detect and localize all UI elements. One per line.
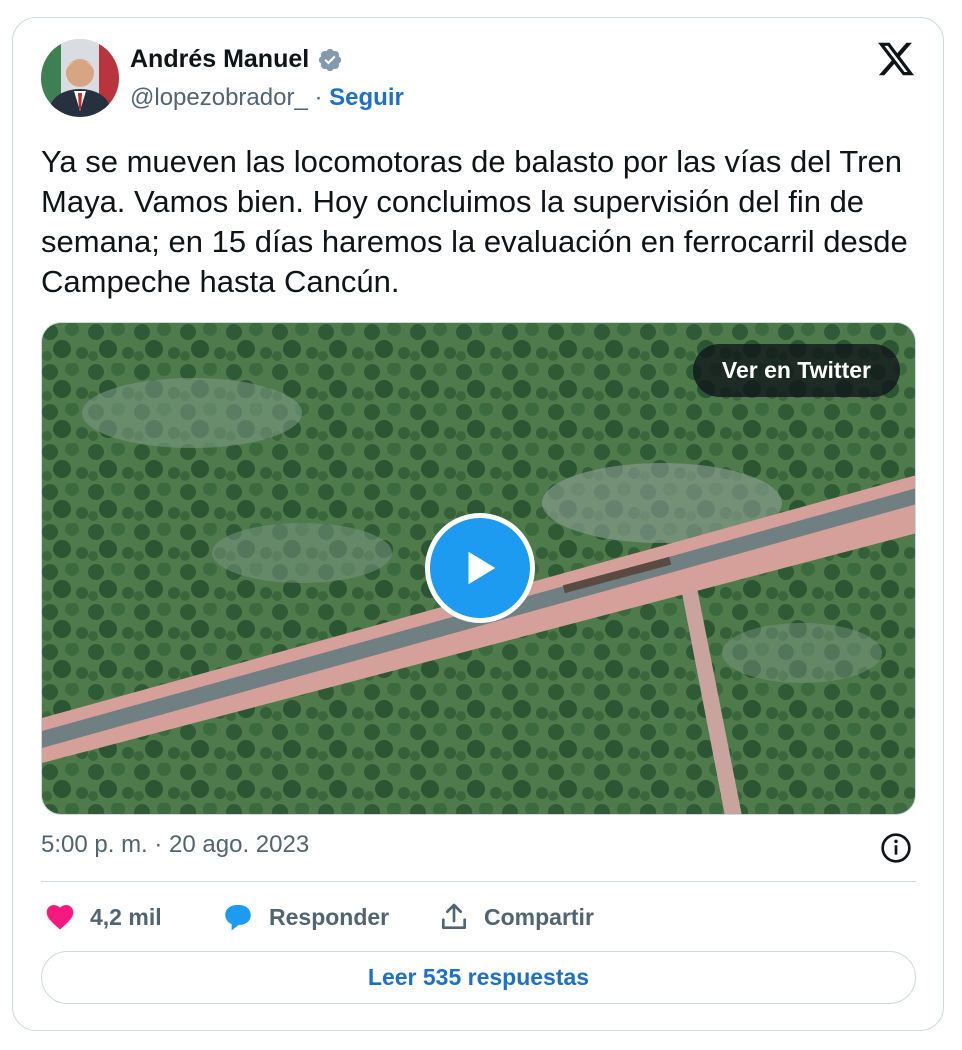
share-label: Compartir	[484, 903, 594, 930]
divider	[41, 881, 916, 882]
info-icon[interactable]	[880, 832, 912, 864]
read-replies-button[interactable]: Leer 535 respuestas	[41, 951, 916, 1004]
reply-button[interactable]: Responder	[221, 900, 389, 934]
like-button[interactable]: 4,2 mil	[44, 900, 162, 934]
author-handle[interactable]: @lopezobrador_	[130, 84, 308, 111]
handle-row: @lopezobrador_ · Seguir	[130, 84, 404, 112]
author-name[interactable]: Andrés Manuel	[130, 45, 309, 74]
follow-link[interactable]: Seguir	[329, 84, 404, 111]
tweet-text: Ya se mueven las locomotoras de balasto …	[41, 144, 908, 299]
play-button[interactable]	[425, 513, 535, 623]
play-icon	[468, 551, 496, 585]
verified-badge-icon	[319, 48, 342, 71]
share-icon	[442, 903, 466, 929]
view-on-twitter-button[interactable]: Ver en Twitter	[692, 344, 900, 397]
avatar[interactable]	[41, 39, 119, 117]
timestamp[interactable]: 5:00 p. m. · 20 ago. 2023	[41, 831, 309, 859]
heart-icon	[46, 905, 74, 930]
reply-label: Responder	[269, 903, 390, 930]
separator: ·	[314, 84, 323, 111]
reply-bubble-icon	[225, 904, 251, 931]
video-player[interactable]: Ver en Twitter	[41, 322, 916, 815]
likes-count: 4,2 mil	[90, 903, 162, 930]
author-name-row[interactable]: Andrés Manuel	[130, 45, 343, 74]
share-button[interactable]: Compartir	[438, 900, 594, 934]
x-logo-icon[interactable]	[876, 39, 916, 79]
